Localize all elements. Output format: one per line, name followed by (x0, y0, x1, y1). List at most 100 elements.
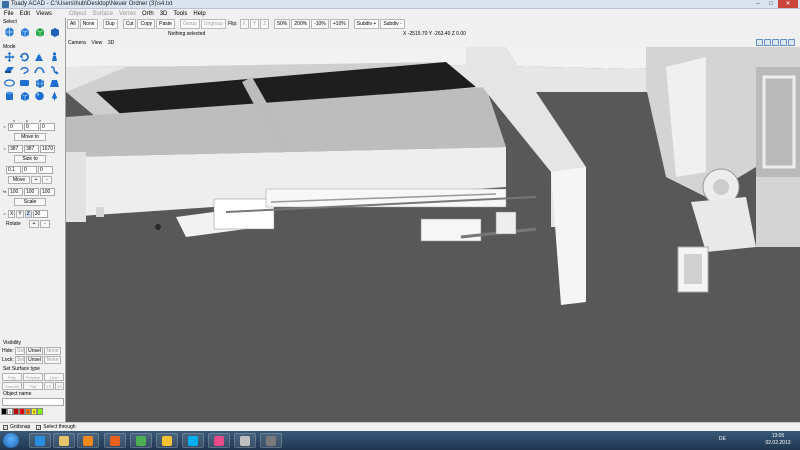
rotate-arrow[interactable]: > (2, 210, 7, 218)
menu-views[interactable]: Views (33, 9, 55, 18)
surface-smooth-button[interactable]: Smooth (2, 382, 22, 390)
scale-button[interactable]: Scale (14, 198, 46, 206)
subdiv-plus-button[interactable]: Subdiv + (353, 19, 380, 29)
move-to-x-field[interactable]: 0 (8, 123, 23, 131)
hide-none-button[interactable]: None (44, 347, 61, 355)
group-button[interactable]: Group (179, 19, 200, 29)
flip-z-button[interactable]: Z (260, 19, 270, 29)
bend-tool[interactable] (32, 64, 46, 76)
move-to-z-field[interactable]: 0 (40, 123, 55, 131)
lock-unsel-button[interactable]: Unsel (26, 356, 43, 364)
minimize-button[interactable]: – (752, 0, 764, 8)
zoom-plus10-button[interactable]: +10% (329, 19, 349, 29)
move-button[interactable]: Move (8, 176, 30, 184)
flip-x-button[interactable]: X (239, 19, 249, 29)
lathe-tool[interactable] (17, 64, 31, 76)
scale-y-field[interactable]: 100 (24, 188, 39, 196)
cylinder-tool[interactable] (2, 90, 16, 102)
menu-tools[interactable]: Tools (170, 9, 190, 18)
viewport-view-menu[interactable]: View (89, 40, 104, 46)
menu-edit[interactable]: Edit (17, 9, 33, 18)
taskbar-media-player[interactable] (77, 433, 99, 448)
language-indicator[interactable]: DE (719, 436, 726, 442)
surface-1s-button[interactable]: 1S (44, 382, 54, 390)
cube-tool[interactable] (17, 90, 31, 102)
taskbar-app-yellow[interactable] (156, 433, 178, 448)
move-to-arrow[interactable]: > (2, 123, 7, 131)
move-plus-button[interactable]: + (31, 176, 41, 184)
zoom-icon[interactable] (772, 39, 779, 46)
zoom-50-button[interactable]: 50% (274, 19, 291, 29)
scale-mode-tool[interactable] (32, 51, 46, 63)
twist-tool[interactable] (47, 64, 61, 76)
size-to-x-field[interactable]: 387 (8, 145, 23, 153)
move-y-field[interactable]: 0 (22, 166, 37, 174)
color-swatch-6[interactable] (37, 408, 43, 415)
select-green-cube-tool[interactable] (32, 26, 46, 38)
move-to-y-field[interactable]: 0 (24, 123, 39, 131)
viewport-camera-menu[interactable]: Camera (66, 40, 88, 46)
duplicate-button[interactable]: Dup (102, 19, 118, 29)
hide-sel-button[interactable]: Sel (15, 347, 25, 355)
ungroup-button[interactable]: Ungroup (200, 19, 227, 29)
menu-file[interactable]: File (1, 9, 17, 18)
rotate-axis-y[interactable]: Y (16, 210, 24, 218)
menu-surface[interactable]: Surface (89, 9, 116, 18)
scale-z-field[interactable]: 100 (40, 188, 55, 196)
sphere-tool[interactable] (32, 90, 46, 102)
lock-none-button[interactable]: None (44, 356, 61, 364)
system-clock[interactable]: 13:05 02.02.2013 (762, 433, 794, 447)
taskbar-app-gray[interactable] (234, 433, 256, 448)
circle-tool[interactable] (2, 77, 16, 89)
scale-x-field[interactable]: 100 (8, 188, 23, 196)
move-z-field[interactable]: 0 (38, 166, 53, 174)
cone-tool[interactable] (47, 90, 61, 102)
move-x-field[interactable]: 0.1 (6, 166, 21, 174)
extrude-tool[interactable] (2, 64, 16, 76)
select-cube-tool[interactable] (17, 26, 31, 38)
rotate-value-field[interactable]: 30 (32, 210, 48, 218)
close-button[interactable]: ✕ (778, 0, 798, 8)
surface-line-button[interactable]: Line (44, 373, 64, 381)
taskbar-firefox[interactable] (104, 433, 126, 448)
surface-polyline-button[interactable]: Polyline (23, 373, 43, 381)
object-name-field[interactable] (2, 398, 64, 406)
rotate-axis-z[interactable]: Z (24, 210, 32, 218)
menu-help[interactable]: Help (190, 9, 208, 18)
select-none-button[interactable]: None (79, 19, 98, 29)
zoom-minus10-button[interactable]: -10% (311, 19, 329, 29)
size-to-z-field[interactable]: 1670 (40, 145, 55, 153)
select-box-tool[interactable] (47, 26, 61, 38)
taskbar-app-dark[interactable] (260, 433, 282, 448)
move-to-button[interactable]: Move to (14, 133, 46, 141)
pyramid-tool[interactable] (47, 77, 61, 89)
orbit-icon[interactable] (764, 39, 771, 46)
rotate-mode-tool[interactable] (17, 51, 31, 63)
rotate-plus-button[interactable]: + (29, 220, 39, 228)
move-minus-button[interactable]: - (42, 176, 52, 184)
taskbar-explorer[interactable] (53, 433, 75, 448)
surface-2s-button[interactable]: 2S (55, 382, 64, 390)
rotate-minus-button[interactable]: - (40, 220, 50, 228)
subdiv-minus-button[interactable]: Subdiv - (380, 19, 405, 29)
select-sphere-tool[interactable] (2, 26, 16, 38)
select-through-checkbox[interactable]: ✓ Select through (36, 424, 76, 430)
menu-orth[interactable]: Orth (139, 9, 157, 18)
reset-view-icon[interactable] (788, 39, 795, 46)
gridsnap-checkbox[interactable]: ✓ Gridsnap (3, 424, 30, 430)
flip-y-button[interactable]: Y (249, 19, 260, 29)
size-to-arrow[interactable]: > (2, 145, 7, 153)
pan-icon[interactable] (756, 39, 763, 46)
start-button[interactable] (3, 433, 19, 448)
size-to-button[interactable]: Size to (14, 155, 46, 163)
rotate-axis-x[interactable]: X (8, 210, 16, 218)
fit-icon[interactable] (780, 39, 787, 46)
taskbar-ie[interactable] (29, 433, 51, 448)
menu-3d[interactable]: 3D (157, 9, 171, 18)
size-to-y-field[interactable]: 387 (24, 145, 39, 153)
menu-vertex[interactable]: Vertex (116, 9, 139, 18)
surface-poly-button[interactable]: Poly (2, 373, 22, 381)
zoom-200-button[interactable]: 200% (291, 19, 311, 29)
select-all-button[interactable]: All (67, 19, 79, 29)
copy-button[interactable]: Copy (137, 19, 156, 29)
